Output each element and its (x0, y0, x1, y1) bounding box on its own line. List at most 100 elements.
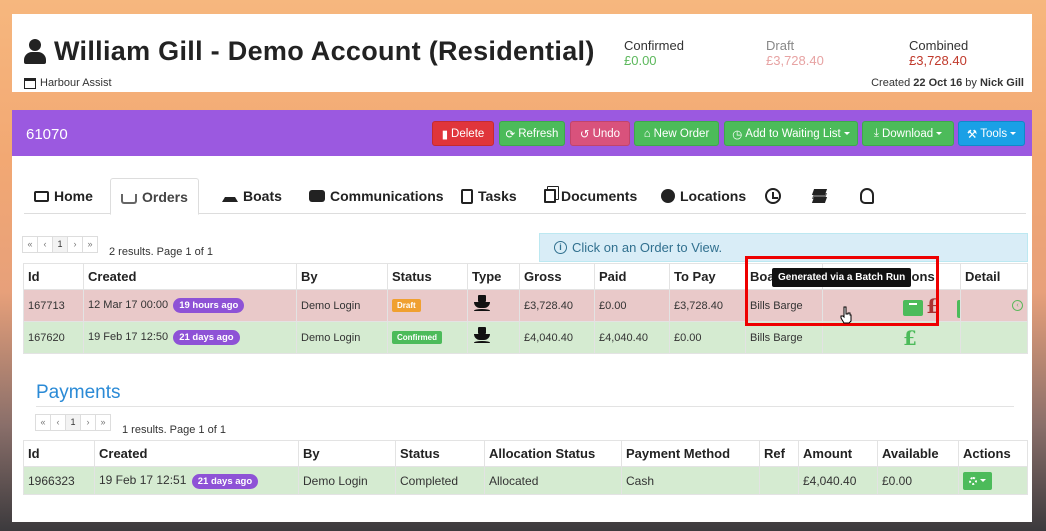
tab-profile[interactable] (850, 178, 884, 214)
tab-boats[interactable]: Boats (212, 178, 292, 214)
tab-layers[interactable] (802, 178, 838, 214)
order-boat-cell: Bills Barge (745, 321, 823, 354)
tab-locations[interactable]: Locations (651, 178, 756, 214)
pound-icon[interactable]: £ (926, 294, 940, 318)
pager-page[interactable]: 1 (52, 236, 68, 253)
order-paid-cell: £0.00 (594, 289, 670, 322)
payments-pager: « ‹ 1 › » (35, 414, 111, 431)
col-id[interactable]: Id (23, 263, 84, 290)
tab-locations-label: Locations (680, 188, 747, 204)
col-id[interactable]: Id (23, 440, 95, 467)
pager-last[interactable]: » (95, 414, 111, 431)
chevron-down-icon (1010, 132, 1017, 135)
trash-icon: ▮ (441, 128, 449, 141)
payment-amount-cell: £4,040.40 (798, 466, 878, 495)
layers-icon (811, 189, 828, 203)
order-id-cell: 167620 (23, 321, 84, 354)
boat-icon (474, 327, 490, 345)
pager-first[interactable]: « (22, 236, 38, 253)
gear-icon (969, 476, 977, 485)
tools-button[interactable]: ⚒ Tools (958, 121, 1025, 146)
pager-first[interactable]: « (35, 414, 51, 431)
tab-orders[interactable]: Orders (110, 178, 199, 215)
col-paid[interactable]: Paid (594, 263, 670, 290)
payment-created-date: 19 Feb 17 12:51 (99, 472, 187, 487)
summary-combined: Combined £3,728.40 (909, 38, 968, 68)
tab-documents[interactable]: Documents (534, 178, 647, 214)
undo-button[interactable]: ↺ Undo (570, 121, 630, 146)
info-icon: i (554, 241, 567, 254)
waiting-list-button[interactable]: ◷ Add to Waiting List (724, 121, 858, 146)
refresh-button[interactable]: ⟳ Refresh (499, 121, 565, 146)
col-ref[interactable]: Ref (759, 440, 799, 467)
created-info: Created 22 Oct 16 by Nick Gill (871, 77, 1024, 89)
order-detail-cell (960, 321, 1028, 354)
order-type-cell (467, 289, 520, 322)
col-by[interactable]: By (298, 440, 396, 467)
chevron-down-icon (843, 132, 850, 135)
table-row[interactable]: 167713 12 Mar 17 00:00 19 hours ago Demo… (23, 289, 1028, 322)
col-status[interactable]: Status (395, 440, 485, 467)
pager-next[interactable]: › (80, 414, 96, 431)
col-status[interactable]: Status (387, 263, 468, 290)
pound-icon[interactable]: £ (903, 326, 917, 350)
table-row[interactable]: 167620 19 Feb 17 12:50 21 days ago Demo … (23, 321, 1028, 354)
order-actions-cell: £ (822, 321, 961, 354)
delete-label: Delete (451, 127, 485, 140)
order-gross-cell: £4,040.40 (519, 321, 595, 354)
col-allocation-status[interactable]: Allocation Status (484, 440, 622, 467)
payments-header-row: Id Created By Status Allocation Status P… (23, 440, 1028, 467)
delete-button[interactable]: ▮ Delete (432, 121, 494, 146)
tab-communications[interactable]: Communications (299, 178, 454, 214)
batch-run-tooltip: Generated via a Batch Run (772, 268, 912, 287)
col-created[interactable]: Created (83, 263, 297, 290)
combined-value: £3,728.40 (909, 53, 967, 68)
tab-tasks[interactable]: Tasks (451, 178, 527, 214)
table-row[interactable]: 1966323 19 Feb 17 12:51 21 days ago Demo… (23, 466, 1028, 495)
col-payment-method[interactable]: Payment Method (621, 440, 760, 467)
order-to-pay-cell: £0.00 (669, 321, 746, 354)
boat-icon (222, 190, 238, 202)
tab-history[interactable] (755, 178, 791, 214)
order-by-cell: Demo Login (296, 321, 388, 354)
new-order-label: New Order (653, 127, 710, 140)
order-created-date: 19 Feb 17 12:50 (88, 331, 169, 343)
summary-confirmed: Confirmed £0.00 (624, 38, 684, 68)
status-badge: Confirmed (392, 331, 442, 344)
main-panel: Home Orders Boats Communications Tasks D… (12, 156, 1032, 522)
pager-next[interactable]: › (67, 236, 83, 253)
row-actions-button[interactable] (957, 299, 960, 318)
account-header: William Gill - Demo Account (Residential… (12, 14, 1032, 92)
new-order-button[interactable]: ⌂ New Order (634, 121, 719, 146)
order-created-cell: 19 Feb 17 12:50 21 days ago (83, 321, 297, 354)
download-button[interactable]: ⤓ Download (862, 121, 954, 146)
order-type-cell (467, 321, 520, 354)
summary-draft: Draft £3,728.40 (766, 38, 824, 68)
payment-by-cell: Demo Login (298, 466, 396, 495)
tab-bar: Home Orders Boats Communications Tasks D… (24, 178, 1026, 215)
row-actions-button[interactable] (963, 471, 992, 490)
tab-home[interactable]: Home (24, 178, 103, 214)
payment-id-cell: 1966323 (23, 466, 95, 495)
detail-icon[interactable]: ‹ (1012, 300, 1023, 311)
col-by[interactable]: By (296, 263, 388, 290)
col-available[interactable]: Available (877, 440, 959, 467)
col-type[interactable]: Type (467, 263, 520, 290)
payment-allocation-cell: Allocated (484, 466, 622, 495)
col-created[interactable]: Created (94, 440, 299, 467)
col-to-pay[interactable]: To Pay (669, 263, 746, 290)
col-gross[interactable]: Gross (519, 263, 595, 290)
order-gross-cell: £3,728.40 (519, 289, 595, 322)
home-icon (34, 190, 49, 202)
pager-page[interactable]: 1 (65, 414, 81, 431)
download-icon: ⤓ (873, 127, 879, 139)
order-id-cell: 167713 (23, 289, 84, 322)
col-amount[interactable]: Amount (798, 440, 878, 467)
clipboard-icon (461, 188, 473, 204)
pager-prev[interactable]: ‹ (50, 414, 66, 431)
batch-icon[interactable] (903, 299, 923, 316)
pager-last[interactable]: » (82, 236, 98, 253)
account-subtitle: Harbour Assist (24, 77, 112, 89)
draft-label: Draft (766, 38, 795, 53)
pager-prev[interactable]: ‹ (37, 236, 53, 253)
